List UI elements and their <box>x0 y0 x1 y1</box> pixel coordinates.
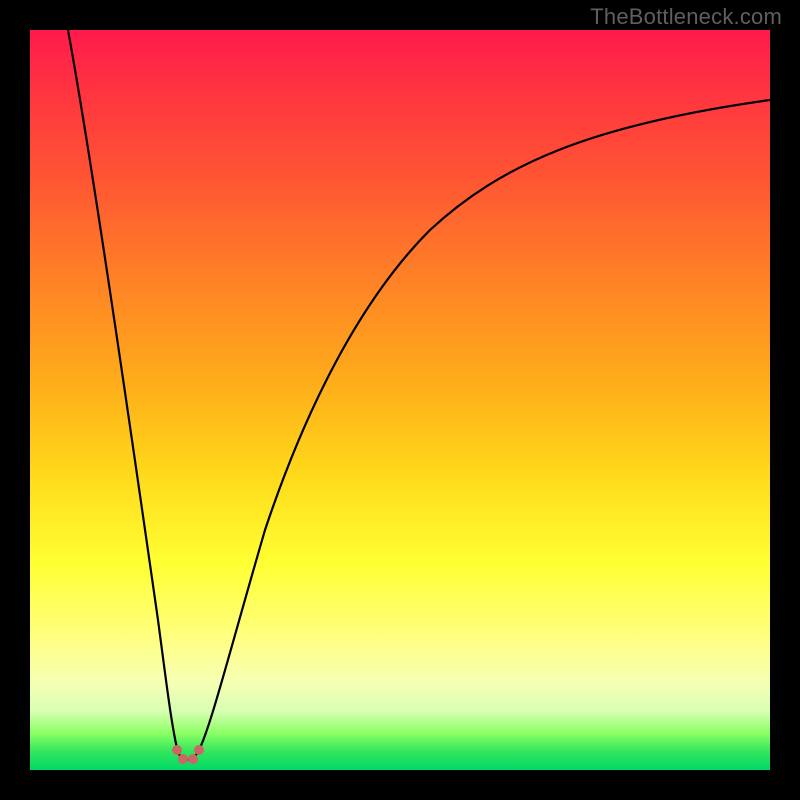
bottleneck-curve <box>30 30 770 770</box>
accent-dots-group <box>172 745 204 764</box>
chart-frame: TheBottleneck.com <box>0 0 800 800</box>
accent-dot <box>188 754 198 764</box>
plot-area <box>30 30 770 770</box>
watermark-text: TheBottleneck.com <box>590 4 782 30</box>
curve-left-branch <box>68 30 178 752</box>
accent-dot <box>194 745 204 755</box>
accent-dot <box>178 754 188 764</box>
curve-right-branch <box>198 100 770 752</box>
accent-dot <box>172 745 182 755</box>
